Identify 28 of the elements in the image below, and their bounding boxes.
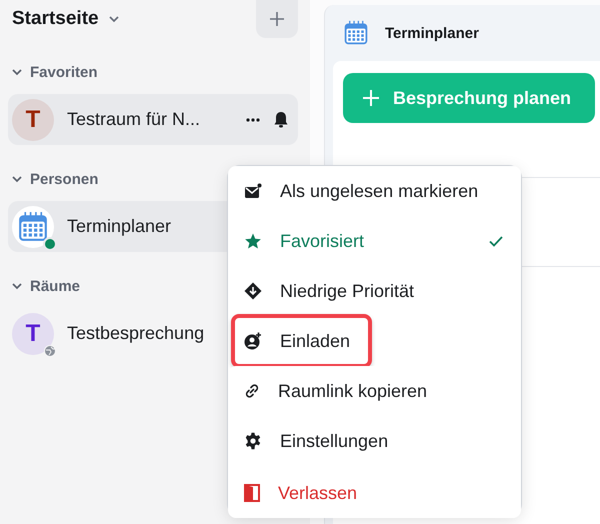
room-item[interactable]: T Testraum für N...	[8, 94, 298, 145]
chevron-icon	[12, 68, 22, 76]
person-plus-icon	[244, 332, 262, 350]
more-icon[interactable]	[246, 118, 260, 122]
room-avatar: T	[12, 98, 54, 140]
room-avatar: T	[12, 312, 54, 354]
plus-icon	[269, 11, 285, 27]
room-name: Testbesprechung	[67, 323, 204, 344]
star-icon	[244, 232, 262, 250]
section-header[interactable]: Favoriten	[12, 58, 298, 86]
home-title: Startseite	[12, 8, 99, 30]
envelope-icon	[244, 183, 262, 199]
gear-icon	[244, 432, 262, 450]
plus-icon	[363, 90, 379, 106]
bell-icon[interactable]	[274, 111, 288, 128]
menu-item[interactable]: Einladen	[231, 314, 372, 368]
panel-title: Terminplaner	[385, 24, 479, 42]
check-icon	[489, 236, 503, 246]
calendar-icon	[343, 20, 369, 46]
diamond-arrow-icon	[244, 282, 262, 300]
room-name: Terminplaner	[67, 216, 172, 237]
door-icon	[244, 484, 260, 502]
chevron-icon	[12, 176, 22, 182]
chevron-icon	[12, 282, 22, 290]
room-name: Testraum für N...	[67, 109, 200, 130]
room-item[interactable]: T Testbesprechung	[8, 308, 214, 359]
chevron-down-icon	[108, 16, 119, 22]
link-icon	[244, 383, 260, 399]
